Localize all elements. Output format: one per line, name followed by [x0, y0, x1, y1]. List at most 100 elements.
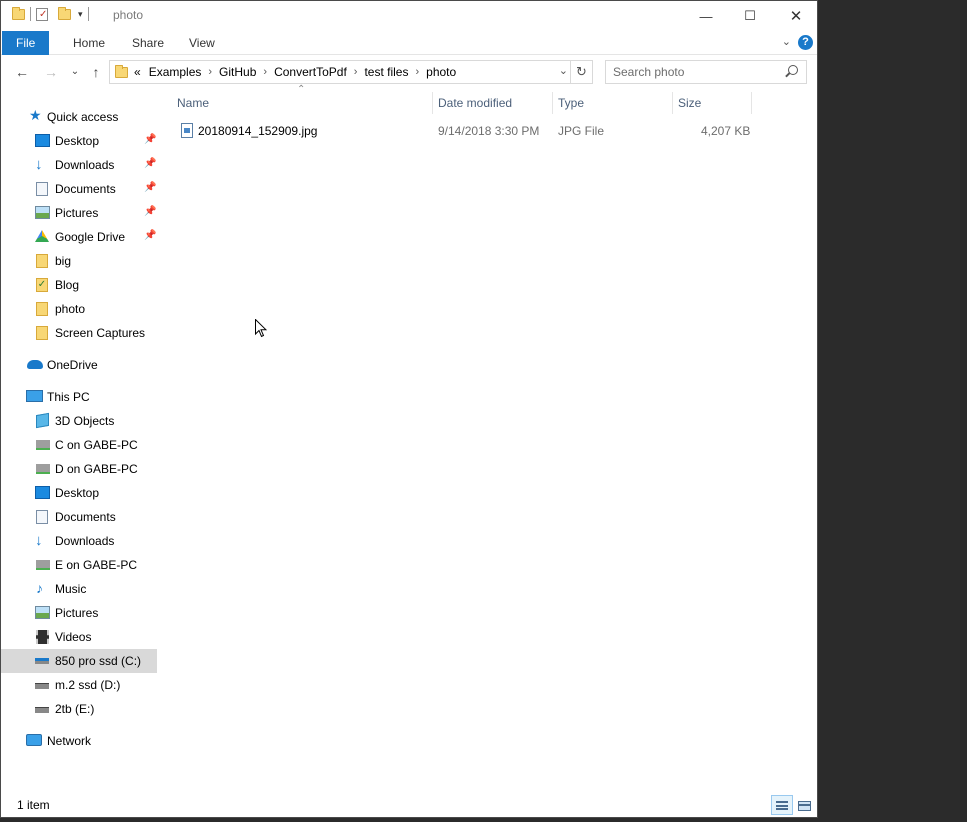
file-row[interactable]: 20180914_152909.jpg 9/14/2018 3:30 PM JP… [177, 119, 751, 143]
sidebar-item-m2-ssd[interactable]: m.2 ssd (D:) [1, 673, 157, 697]
sidebar-item-label: Downloads [55, 534, 115, 548]
tab-share[interactable]: Share [118, 31, 178, 55]
details-view-button[interactable] [771, 795, 793, 815]
sidebar-item-big[interactable]: big [1, 249, 157, 273]
tab-view[interactable]: View [175, 31, 229, 55]
help-icon[interactable]: ? [798, 35, 813, 50]
customize-toolbar-icon[interactable]: ▾ [78, 9, 83, 20]
column-header-name[interactable]: Name [177, 89, 209, 117]
sidebar-item-label: E on GABE-PC [55, 558, 138, 572]
pin-icon[interactable]: 📌 [144, 158, 156, 169]
up-button[interactable]: ↑ [86, 62, 106, 82]
sidebar-item-pictures[interactable]: Pictures 📌 [1, 201, 157, 225]
sidebar-item-downloads[interactable]: ↓ Downloads 📌 [1, 153, 157, 177]
expand-ribbon-icon[interactable]: ⌄ [782, 35, 791, 48]
column-header-date-modified[interactable]: Date modified [438, 89, 512, 117]
recent-locations-icon[interactable]: ⌄ [65, 62, 85, 82]
folder-icon [115, 64, 128, 78]
chevron-right-icon[interactable]: › [208, 66, 212, 78]
chevron-right-icon[interactable]: › [263, 66, 267, 78]
pin-icon[interactable]: 📌 [144, 230, 156, 241]
sidebar-item-e-on-gabe-pc[interactable]: E on GABE-PC [1, 553, 157, 577]
minimize-button[interactable]: — [683, 1, 729, 31]
search-input[interactable] [613, 65, 783, 79]
breadcrumb-github[interactable]: GitHub [219, 65, 256, 79]
column-header-type[interactable]: Type [558, 89, 584, 117]
breadcrumb-converttopdf[interactable]: ConvertToPdf [274, 65, 347, 79]
new-folder-icon[interactable] [58, 6, 71, 20]
videos-icon [36, 630, 49, 644]
breadcrumb-overflow[interactable]: « [134, 65, 141, 79]
breadcrumb-photo[interactable]: photo [426, 65, 456, 79]
sidebar-item-label: Documents [55, 510, 116, 524]
sidebar-item-blog[interactable]: ✓ Blog [1, 273, 157, 297]
sidebar-item-quick-access[interactable]: ★ Quick access [1, 105, 157, 129]
refresh-icon[interactable]: ↻ [570, 61, 592, 83]
pin-icon[interactable]: 📌 [144, 206, 156, 217]
search-box[interactable] [605, 60, 807, 84]
close-button[interactable]: ✕ [773, 1, 819, 31]
sidebar-item-documents[interactable]: Documents 📌 [1, 177, 157, 201]
forward-button[interactable]: → [41, 62, 61, 82]
sidebar-item-google-drive[interactable]: Google Drive 📌 [1, 225, 157, 249]
sidebar-item-3d-objects[interactable]: 3D Objects [1, 409, 157, 433]
large-icons-view-icon [798, 801, 811, 811]
sidebar-item-label: Blog [55, 278, 80, 292]
maximize-button[interactable]: ☐ [727, 1, 773, 31]
network-drive-icon [36, 440, 50, 450]
downloads-icon: ↓ [35, 532, 43, 549]
network-icon [26, 734, 42, 746]
network-drive-icon [36, 464, 50, 474]
sidebar-item-pc-downloads[interactable]: ↓ Downloads [1, 529, 157, 553]
sidebar-item-label: Desktop [55, 134, 100, 148]
chevron-right-icon[interactable]: › [415, 66, 419, 78]
sidebar-item-pc-pictures[interactable]: Pictures [1, 601, 157, 625]
cloud-icon [27, 360, 43, 369]
pin-icon[interactable]: 📌 [144, 134, 156, 145]
back-button[interactable]: ← [12, 62, 32, 82]
column-divider[interactable] [552, 92, 553, 114]
column-divider[interactable] [432, 92, 433, 114]
sidebar-item-videos[interactable]: Videos [1, 625, 157, 649]
pictures-icon [35, 606, 50, 619]
quick-access-toolbar: ✓ ▾ [12, 6, 94, 21]
tab-home[interactable]: Home [59, 31, 119, 55]
breadcrumb-examples[interactable]: Examples [149, 65, 202, 79]
pin-icon[interactable]: 📌 [144, 182, 156, 193]
sidebar-item-pc-documents[interactable]: Documents [1, 505, 157, 529]
large-icons-view-button[interactable] [793, 795, 815, 815]
sidebar-item-this-pc[interactable]: This PC [1, 385, 157, 409]
file-size: 4,207 KB [701, 124, 751, 138]
item-count: 1 item [17, 798, 50, 812]
sidebar-item-onedrive[interactable]: OneDrive [1, 353, 157, 377]
documents-icon [36, 510, 48, 524]
breadcrumb-test-files[interactable]: test files [364, 65, 408, 79]
search-icon[interactable] [788, 65, 798, 75]
sidebar-item-c-on-gabe-pc[interactable]: C on GABE-PC [1, 433, 157, 457]
sidebar-item-screen-captures[interactable]: Screen Captures [1, 321, 157, 345]
sidebar-item-2tb[interactable]: 2tb (E:) [1, 697, 157, 721]
3d-objects-icon [36, 412, 49, 429]
address-bar[interactable]: « Examples › GitHub › ConvertToPdf › tes… [109, 60, 593, 84]
sidebar-item-label: 2tb (E:) [55, 702, 95, 716]
column-header-size[interactable]: Size [678, 89, 701, 117]
column-divider[interactable] [672, 92, 673, 114]
sidebar-item-d-on-gabe-pc[interactable]: D on GABE-PC [1, 457, 157, 481]
chevron-right-icon[interactable]: › [354, 66, 358, 78]
file-type: JPG File [558, 124, 605, 138]
sidebar-item-850-pro-ssd[interactable]: 850 pro ssd (C:) [1, 649, 157, 673]
drive-icon [35, 658, 49, 664]
sidebar-item-pc-desktop[interactable]: Desktop [1, 481, 157, 505]
address-dropdown-icon[interactable]: ⌄ [559, 64, 568, 77]
tab-file[interactable]: File [2, 31, 50, 55]
explorer-window: ✓ ▾ photo — ☐ ✕ File Home Share View ⌄ ?… [0, 0, 818, 818]
star-icon: ★ [29, 107, 42, 123]
sidebar-item-music[interactable]: ♪ Music [1, 577, 157, 601]
sidebar-item-label: OneDrive [47, 358, 98, 372]
sidebar-item-desktop[interactable]: Desktop 📌 [1, 129, 157, 153]
column-divider[interactable] [751, 92, 752, 114]
sidebar-item-photo[interactable]: photo [1, 297, 157, 321]
properties-icon[interactable]: ✓ [36, 7, 48, 21]
sidebar-item-network[interactable]: Network [1, 729, 157, 753]
sidebar-item-label: Videos [55, 630, 92, 644]
